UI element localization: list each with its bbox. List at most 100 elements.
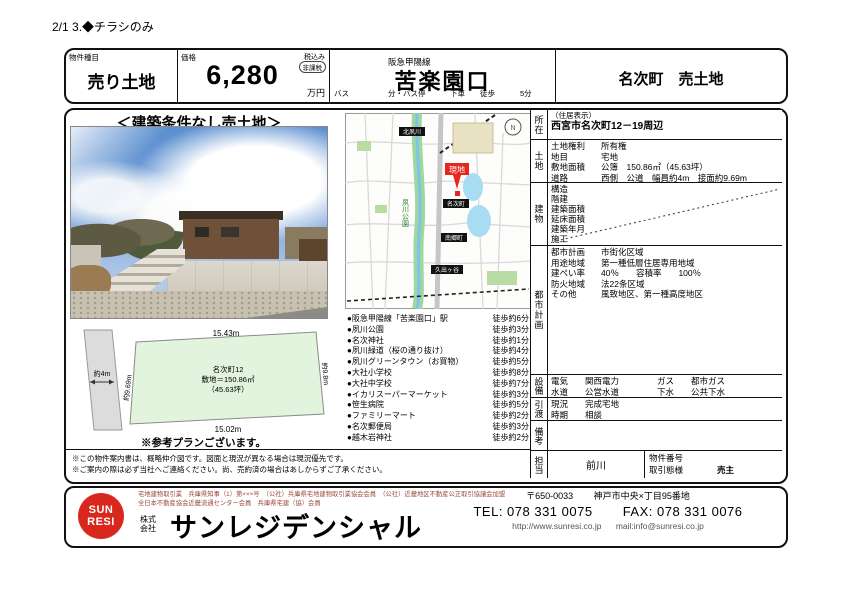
property-type-value: 売り土地 <box>66 68 177 93</box>
land-value: 所有権 <box>601 141 627 152</box>
utility-value-2: 都市ガス <box>691 376 725 387</box>
map-label-4: 久出ヶ谷 <box>435 266 459 274</box>
location-label: 所在 <box>533 115 546 135</box>
facility-name: ●阪急甲陽線「苦楽園口」駅 <box>347 314 448 325</box>
facility-walk-time: 徒歩約2分 <box>493 411 529 422</box>
land-key: 道路 <box>551 173 601 183</box>
land-value: 西側 公道 幅員約4m 接面約9.69m <box>601 173 747 183</box>
price-value: 6,280 <box>178 60 307 91</box>
building-empty-strike <box>548 183 782 245</box>
city-key: 建ぺい率 <box>551 268 601 279</box>
website-link[interactable]: http://www.sunresi.co.jp <box>512 521 601 531</box>
facility-walk-time: 徒歩約2分 <box>493 433 529 444</box>
walk-minutes: 5分 <box>520 88 532 99</box>
city-key: 防火地域 <box>551 279 601 290</box>
logo-text-top: SUN <box>89 504 114 516</box>
station-cell: 阪急甲陽線 苦楽園口 バス 分・バス停 下車 徒歩 5分 <box>330 50 556 102</box>
land-value: 宅地 <box>601 152 618 163</box>
facility-row: ●夙川緑道（桜の通り抜け） 徒歩約4分 <box>347 346 529 357</box>
location-map: 夙川公園 北夙川 名次町 南郷町 久出ヶ谷 現地 N <box>345 113 531 309</box>
facility-name: ●イカリスーパーマーケット <box>347 390 448 401</box>
utility-row: 水道 公営水道 下水 公共下水 <box>551 387 779 398</box>
facility-row: ●名次郵便局 徒歩約3分 <box>347 422 529 433</box>
land-row: 道路 西側 公道 幅員約4m 接面約9.69m <box>551 173 779 183</box>
house-window <box>221 227 239 237</box>
handover-value: 相談 <box>585 410 602 421</box>
facility-row: ●笹生病院 徒歩約5分 <box>347 400 529 411</box>
price-unit: 万円 <box>307 86 325 99</box>
facility-row: ●名次神社 徒歩約1分 <box>347 336 529 347</box>
facility-row: ●イカリスーパーマーケット 徒歩約3分 <box>347 390 529 401</box>
map-park <box>357 141 371 151</box>
plan-caption: ※参考プランございます。 <box>96 435 311 450</box>
facility-name: ●ファミリーマート <box>347 411 416 422</box>
utility-key-1: 水道 <box>551 387 585 398</box>
utility-value-1: 公営水道 <box>585 387 657 398</box>
facility-walk-time: 徒歩約3分 <box>493 390 529 401</box>
facility-row: ●越木岩神社 徒歩約2分 <box>347 433 529 444</box>
row-staff: 担当 前川 物件番号 取引態様 売主 <box>530 451 782 478</box>
utility-value-2: 公共下水 <box>691 387 725 398</box>
handover-row: 時期 相談 <box>551 410 779 421</box>
city-planning-label: 都市計画 <box>533 290 546 330</box>
utilities-label: 設備 <box>533 377 546 395</box>
property-type-label: 物件種目 <box>69 52 99 63</box>
compass-n: N <box>510 125 515 132</box>
note-line-2: ※ご案内の際は必ず当社へご連絡ください。尚、売約済の場合はあしからずご了承くださ… <box>72 464 524 475</box>
utility-value-1: 関西電力 <box>585 376 657 387</box>
map-pond <box>467 205 491 237</box>
row-land: 土地 土地権利 所有権 地目 宅地 敷地面積 公簿 150.86 <box>530 140 782 183</box>
title-cell: 名次町 売土地 <box>556 50 786 102</box>
notes-block: ※この物件案内書は、概略仲介図です。図面と現況が異なる場合は現況優先です。 ※ご… <box>66 449 530 475</box>
map-school-block <box>453 123 493 153</box>
utility-key-2: ガス <box>657 376 691 387</box>
facility-walk-time: 徒歩約8分 <box>493 368 529 379</box>
company-prefix-top: 株式 <box>140 515 156 524</box>
alight-label: 下車 <box>450 88 465 99</box>
facility-walk-time: 徒歩約6分 <box>493 314 529 325</box>
page-slug: 2/1 3.◆チラシのみ <box>52 18 154 35</box>
land-key: 敷地面積 <box>551 162 601 173</box>
row-remarks: 備考 <box>530 421 782 451</box>
dim-top: 15.43m <box>213 329 240 338</box>
email-link[interactable]: mail:info@sunresi.co.jp <box>616 521 704 531</box>
address-display-note: （住居表示） <box>551 111 779 120</box>
city-planning-row: その他 風致地区、第一種高度地区 <box>551 289 779 300</box>
company-logo: SUN RESI <box>78 493 124 539</box>
facility-walk-time: 徒歩約5分 <box>493 400 529 411</box>
city-key: 都市計画 <box>551 247 601 258</box>
row-city-planning: 都市計画 都市計画 市街化区域 用途地域 第一種低層住居専用地域 建ぺい率 <box>530 246 782 375</box>
logo-text-bottom: RESI <box>87 516 115 528</box>
map-river-label: 夙川公園 <box>402 199 410 228</box>
land-row: 敷地面積 公簿 150.86㎡（45.63坪） <box>551 162 779 173</box>
staff-label: 担当 <box>533 456 546 474</box>
plot-diagram: 約4m 15.43m 15.02m 約9.69m 約9.8m 名次町12 敷地＝… <box>78 326 330 434</box>
row-building: 建物 構造階建建築面積延床面積建築年月施工 <box>530 183 782 246</box>
flyer-page: 2/1 3.◆チラシのみ 物件種目 売り土地 価格 税込み 非課税 6,280 … <box>0 0 842 595</box>
facility-list: ●阪急甲陽線「苦楽園口」駅 徒歩約6分 ●夙川公園 徒歩約3分 ●名次神社 徒歩… <box>347 314 529 444</box>
facility-name: ●越木岩神社 <box>347 433 392 444</box>
contact-block: 〒650-0033 神戸市中央×丁目95番地 TEL: 078 331 0075… <box>438 490 778 532</box>
facility-name: ●笹生病院 <box>347 400 384 411</box>
remarks-label: 備考 <box>533 427 546 445</box>
building-body: 構造階建建築面積延床面積建築年月施工 <box>548 183 782 245</box>
utilities-rows: 電気 関西電力 ガス 都市ガス 水道 公営水道 下水 公共下水 <box>548 375 782 397</box>
facility-name: ●大社中学校 <box>347 379 392 390</box>
facility-name: ●夙川公園 <box>347 325 384 336</box>
city-value: 40％ 容積率 100％ <box>601 268 701 279</box>
walk-label: 徒歩 <box>480 88 495 99</box>
price-cell: 価格 税込み 非課税 6,280 万円 <box>178 50 330 102</box>
facility-row: ●大社小学校 徒歩約8分 <box>347 368 529 379</box>
phone-number: TEL: 078 331 0075 <box>473 504 592 519</box>
main-box: ＜建築条件なし売土地＞ 約4m 15.43m 15.02m <box>64 108 788 484</box>
facility-name: ●夙川グリーンタウン（お買物） <box>347 357 463 368</box>
facility-walk-time: 徒歩約5分 <box>493 357 529 368</box>
remarks-value <box>548 421 782 450</box>
dim-right: 約9.8m <box>320 362 330 385</box>
utility-key-2: 下水 <box>657 387 691 398</box>
utility-key-1: 電気 <box>551 376 585 387</box>
facility-name: ●夙川緑道（桜の通り抜け） <box>347 346 448 357</box>
city-value: 風致地区、第一種高度地区 <box>601 289 703 300</box>
facility-walk-time: 徒歩約3分 <box>493 325 529 336</box>
handover-key: 現況 <box>551 399 585 410</box>
